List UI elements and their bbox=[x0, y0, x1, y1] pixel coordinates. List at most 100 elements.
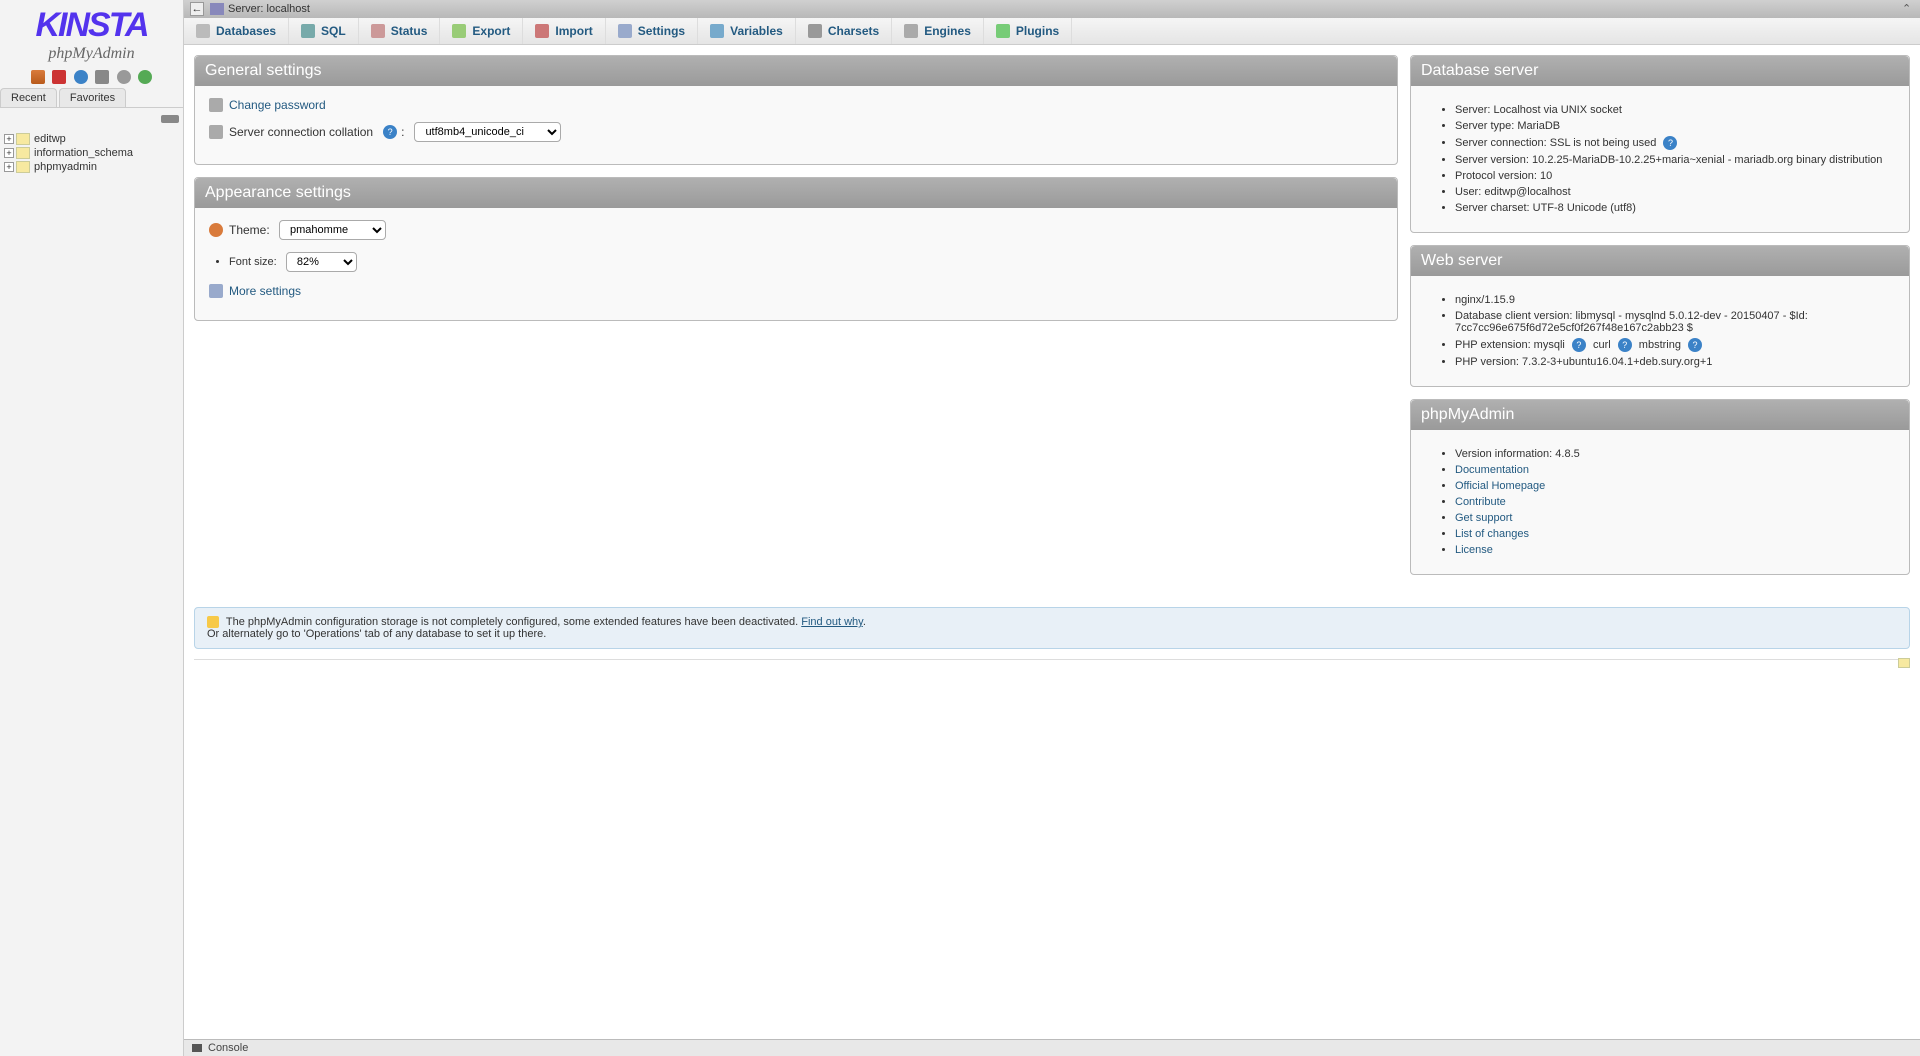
left-column: General settings Change password Server … bbox=[194, 55, 1398, 587]
brand-logo: KINSTA bbox=[0, 6, 183, 45]
nav-icon-bar bbox=[0, 65, 183, 88]
info-item: Server type: MariaDB bbox=[1455, 118, 1895, 134]
import-icon bbox=[535, 24, 549, 38]
engines-icon bbox=[904, 24, 918, 38]
pma-link[interactable]: Get support bbox=[1455, 512, 1512, 524]
menu-export[interactable]: Export bbox=[440, 18, 523, 44]
find-out-why-link[interactable]: Find out why bbox=[801, 616, 863, 628]
panel-title: Web server bbox=[1411, 246, 1909, 276]
collation-select[interactable]: utf8mb4_unicode_ci bbox=[414, 122, 561, 142]
logout-icon[interactable] bbox=[52, 70, 66, 84]
back-button[interactable]: ← bbox=[190, 2, 204, 16]
tab-recent[interactable]: Recent bbox=[0, 88, 57, 107]
menu-sql[interactable]: SQL bbox=[289, 18, 359, 44]
menu-charsets[interactable]: Charsets bbox=[796, 18, 892, 44]
menu-plugins[interactable]: Plugins bbox=[984, 18, 1072, 44]
db-icon bbox=[196, 24, 210, 38]
info-item: Server version: 10.2.25-MariaDB-10.2.25+… bbox=[1455, 152, 1895, 168]
db-tree-row[interactable]: + editwp bbox=[4, 132, 179, 146]
notice-text: The phpMyAdmin configuration storage is … bbox=[226, 616, 798, 628]
info-item: PHP version: 7.3.2-3+ubuntu16.04.1+deb.s… bbox=[1455, 354, 1895, 370]
db-tree-row[interactable]: +information_schema bbox=[4, 146, 179, 160]
pma-link-item: Documentation bbox=[1455, 462, 1895, 478]
database-tree: +editwp+information_schema+phpmyadmin bbox=[0, 130, 183, 176]
info-item: Protocol version: 10 bbox=[1455, 168, 1895, 184]
separator bbox=[194, 659, 1910, 660]
web-server-panel: Web server nginx/1.15.9Database client v… bbox=[1410, 245, 1910, 387]
menu-label: Export bbox=[472, 24, 510, 38]
expand-icon[interactable]: + bbox=[4, 162, 14, 172]
gear-icon[interactable] bbox=[117, 70, 131, 84]
info-item: User: editwp@localhost bbox=[1455, 184, 1895, 200]
db-tree-row[interactable]: + phpmyadmin bbox=[4, 160, 179, 174]
help-icon[interactable]: ? bbox=[383, 125, 397, 139]
general-settings-panel: General settings Change password Server … bbox=[194, 55, 1398, 165]
tab-favorites[interactable]: Favorites bbox=[59, 88, 126, 107]
info-item: nginx/1.15.9 bbox=[1455, 292, 1895, 308]
pma-link[interactable]: List of changes bbox=[1455, 528, 1529, 540]
app-name: phpMyAdmin bbox=[0, 45, 183, 63]
help-icon[interactable]: ? bbox=[1572, 338, 1586, 352]
notice-text-2: Or alternately go to 'Operations' tab of… bbox=[207, 628, 546, 640]
help-icon[interactable]: ? bbox=[1618, 338, 1632, 352]
db-name: editwp bbox=[34, 133, 66, 145]
menu-db[interactable]: Databases bbox=[184, 18, 289, 44]
warning-icon bbox=[207, 616, 219, 628]
pma-link[interactable]: Official Homepage bbox=[1455, 480, 1545, 492]
home-icon[interactable] bbox=[31, 70, 45, 84]
navigation-sidebar: KINSTA phpMyAdmin Recent Favorites + edit… bbox=[0, 0, 184, 1056]
breadcrumb-bar: ← Server: localhost ⌃ bbox=[184, 0, 1920, 18]
theme-select[interactable]: pmahomme bbox=[279, 220, 386, 240]
database-icon bbox=[16, 161, 30, 173]
panel-title: General settings bbox=[195, 56, 1397, 86]
menu-settings[interactable]: Settings bbox=[606, 18, 698, 44]
menu-import[interactable]: Import bbox=[523, 18, 605, 44]
docs-icon[interactable] bbox=[74, 70, 88, 84]
db-name: phpmyadmin bbox=[34, 161, 97, 173]
quick-link-row bbox=[0, 108, 183, 130]
info-item: Server charset: UTF-8 Unicode (utf8) bbox=[1455, 200, 1895, 216]
menu-engines[interactable]: Engines bbox=[892, 18, 984, 44]
collation-label: Server connection collation bbox=[229, 125, 373, 139]
console-bar[interactable]: Console bbox=[184, 1039, 1920, 1056]
pma-link-item: Official Homepage bbox=[1455, 478, 1895, 494]
database-icon bbox=[16, 133, 30, 145]
menu-status[interactable]: Status bbox=[359, 18, 441, 44]
pma-link[interactable]: Contribute bbox=[1455, 496, 1506, 508]
help-icon[interactable]: ? bbox=[1663, 136, 1677, 150]
pma-link-item: Contribute bbox=[1455, 494, 1895, 510]
reload-icon[interactable] bbox=[138, 70, 152, 84]
pma-link[interactable]: License bbox=[1455, 544, 1493, 556]
info-item: Server: Localhost via UNIX socket bbox=[1455, 102, 1895, 118]
expand-icon[interactable]: + bbox=[4, 134, 14, 144]
collapse-top-icon[interactable]: ⌃ bbox=[1902, 2, 1916, 14]
appearance-settings-panel: Appearance settings Theme: pmahomme Font… bbox=[194, 177, 1398, 321]
expand-icon[interactable]: + bbox=[4, 148, 14, 158]
nav-settings-icon[interactable] bbox=[95, 70, 109, 84]
pma-link-item: Get support bbox=[1455, 510, 1895, 526]
change-password-link[interactable]: Change password bbox=[229, 98, 326, 112]
server-icon bbox=[210, 3, 224, 15]
console-label: Console bbox=[208, 1042, 248, 1054]
sidebar-tabs: Recent Favorites bbox=[0, 88, 183, 108]
wrench-icon bbox=[209, 284, 223, 298]
help-icon[interactable]: ? bbox=[1688, 338, 1702, 352]
menu-label: Engines bbox=[924, 24, 971, 38]
content-columns: General settings Change password Server … bbox=[184, 45, 1920, 597]
info-item: Database client version: libmysql - mysq… bbox=[1455, 308, 1895, 336]
theme-icon bbox=[209, 223, 223, 237]
link-icon[interactable] bbox=[161, 115, 179, 123]
pma-link-item: List of changes bbox=[1455, 526, 1895, 542]
menu-vars[interactable]: Variables bbox=[698, 18, 796, 44]
main-area: ← Server: localhost ⌃ Databases SQLStatus… bbox=[184, 0, 1920, 660]
menu-label: Databases bbox=[216, 24, 276, 38]
collapse-toggle-icon[interactable] bbox=[1898, 658, 1910, 668]
config-notice: The phpMyAdmin configuration storage is … bbox=[194, 607, 1910, 649]
breadcrumb-server[interactable]: Server: localhost bbox=[228, 3, 310, 15]
panel-title: Appearance settings bbox=[195, 178, 1397, 208]
more-settings-link[interactable]: More settings bbox=[229, 284, 301, 298]
pma-link[interactable]: Documentation bbox=[1455, 464, 1529, 476]
font-size-select[interactable]: 82% bbox=[286, 252, 357, 272]
menu-label: Import bbox=[555, 24, 592, 38]
vars-icon bbox=[710, 24, 724, 38]
